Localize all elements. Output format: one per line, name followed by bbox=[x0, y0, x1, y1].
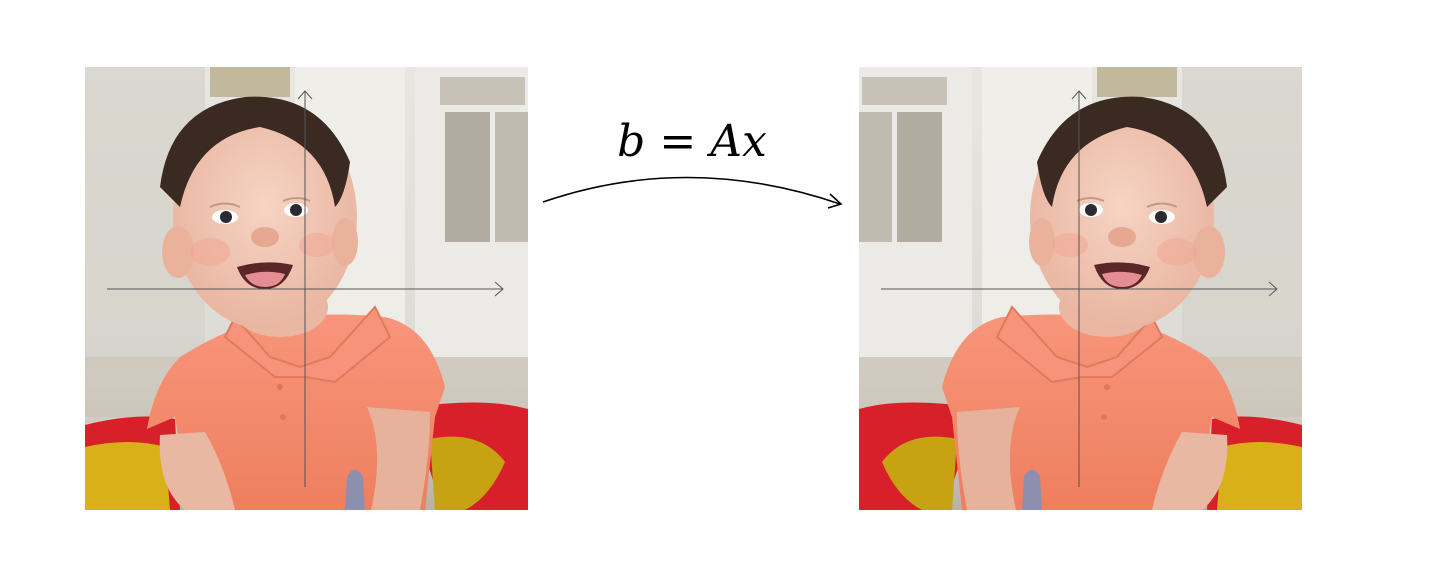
equation-lhs: b bbox=[617, 116, 646, 167]
original-image bbox=[85, 67, 528, 510]
baby-photo-original bbox=[85, 67, 528, 510]
equation-vector: x bbox=[742, 116, 767, 167]
transformed-image bbox=[859, 67, 1302, 510]
baby-photo-reflected bbox=[859, 67, 1302, 510]
arrow-curve bbox=[542, 176, 841, 205]
equation-equals: = bbox=[659, 116, 697, 167]
mapping-arrow bbox=[542, 176, 843, 209]
equation-matrix: A bbox=[710, 116, 742, 167]
